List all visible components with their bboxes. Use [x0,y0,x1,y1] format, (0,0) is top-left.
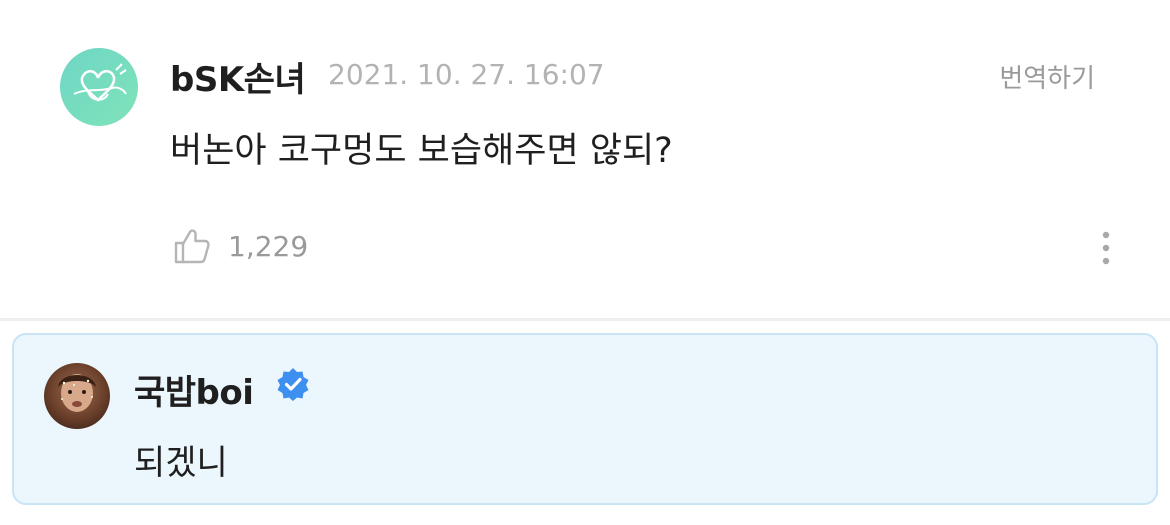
avatar-doodle-icon [73,63,127,102]
comment-author[interactable]: bSK손녀 [170,52,306,101]
like-button[interactable]: 1,229 [172,226,308,266]
reply-text: 되겠니 [134,443,228,483]
comment-text: 버논아 코구멍도 보습해주면 않되? [170,131,673,171]
reply-item: 국밥boi 되겠니 [12,333,1158,505]
author-avatar[interactable] [60,48,138,126]
verified-badge-icon [277,368,309,401]
like-count: 1,229 [228,229,309,263]
thumbs-up-icon [174,229,210,264]
avatar-photo-icon [58,374,96,412]
section-divider [0,318,1170,321]
comment-date: 2021. 10. 27. 16:07 [328,58,605,91]
reply-author-avatar[interactable] [44,363,110,429]
translate-button[interactable]: 번역하기 [999,58,1095,95]
more-vertical-icon[interactable] [1096,230,1116,270]
reply-author[interactable]: 국밥boi [134,365,254,414]
comment-item: bSK손녀 2021. 10. 27. 16:07 번역하기 버논아 코구멍도 … [0,0,1170,318]
